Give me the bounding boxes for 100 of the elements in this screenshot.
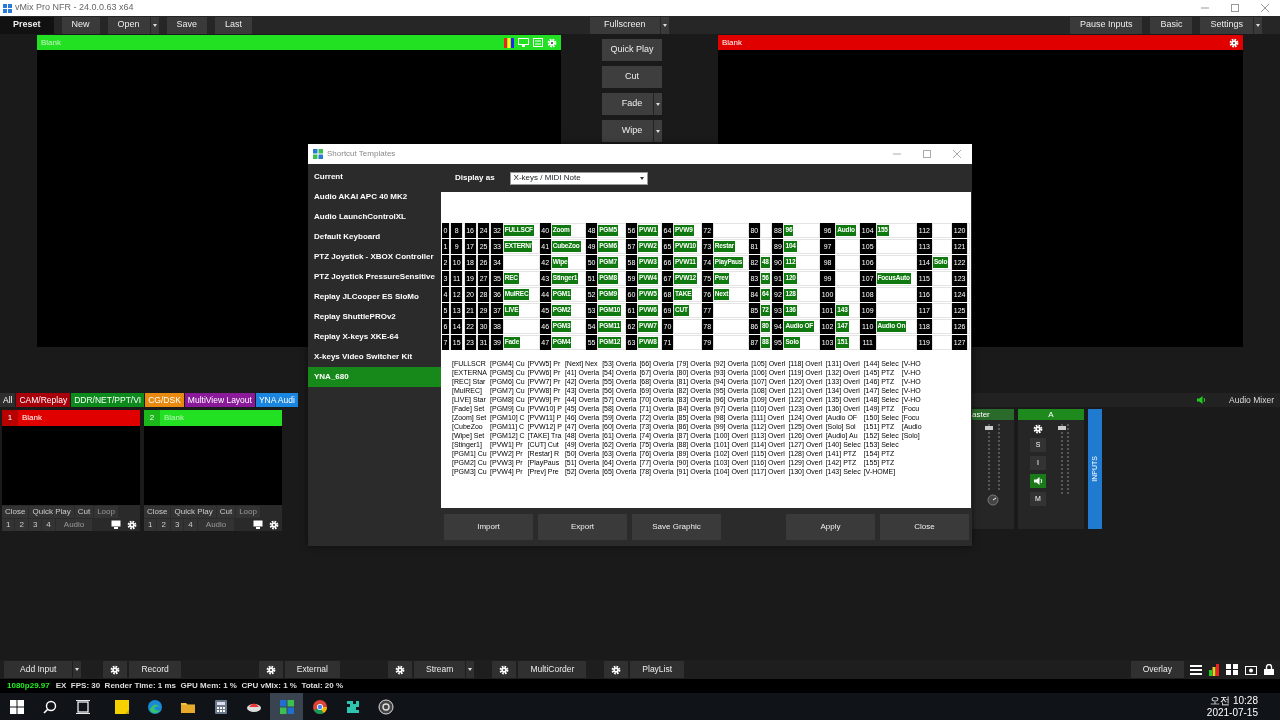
speaker-icon[interactable] — [1196, 395, 1208, 405]
search-icon[interactable] — [42, 699, 57, 714]
overlay-button[interactable]: 3 — [28, 518, 42, 531]
level-meter-icon[interactable] — [1209, 663, 1219, 676]
display-as-dropdown[interactable]: X-keys / MIDI Note — [509, 171, 648, 185]
settings-icon[interactable] — [499, 664, 510, 675]
toolbar-button[interactable]: PlayList — [630, 661, 685, 678]
category-tab[interactable]: DDR/NET/PPT/VI — [71, 393, 145, 407]
windows-icon[interactable] — [9, 699, 24, 714]
knob-icon[interactable] — [987, 494, 999, 506]
key-slot[interactable] — [875, 287, 917, 302]
dialog-button[interactable]: Apply — [786, 514, 875, 540]
input-control[interactable]: Loop — [236, 505, 260, 518]
template-item[interactable]: PTZ Joystick PressureSensitive — [308, 267, 441, 287]
template-item[interactable]: Replay ShuttlePROv2 — [308, 307, 441, 327]
key-slot[interactable] — [712, 319, 749, 334]
color-bars-icon[interactable] — [504, 37, 514, 48]
key-slot[interactable] — [712, 335, 749, 350]
speaker-icon[interactable] — [1032, 476, 1044, 486]
toolbar-button[interactable]: Basic — [1150, 16, 1193, 34]
toolbar-button[interactable]: Add Input — [4, 661, 73, 678]
monitor-icon[interactable] — [111, 520, 121, 529]
close-icon[interactable] — [1260, 3, 1270, 13]
toolbar-button[interactable]: Settings — [1200, 16, 1253, 34]
dialog-button[interactable]: Import — [444, 514, 533, 540]
transition-button[interactable]: Fade — [602, 93, 662, 115]
dropdown-button[interactable] — [1254, 16, 1262, 34]
template-item[interactable]: Current — [308, 167, 441, 187]
template-item[interactable]: PTZ Joystick - XBOX Controller — [308, 247, 441, 267]
grid-icon[interactable] — [1226, 664, 1238, 675]
category-tab[interactable]: All — [0, 393, 16, 407]
key-slot[interactable] — [502, 255, 540, 270]
toolbar-button[interactable]: Open — [107, 16, 150, 34]
toolbar-button[interactable]: Last — [215, 16, 253, 34]
dialog-button[interactable]: Close — [880, 514, 969, 540]
template-item[interactable]: Replay X-keys XKE-64 — [308, 327, 441, 347]
settings-icon[interactable] — [1033, 424, 1043, 434]
template-item[interactable]: YNA_680 — [308, 367, 441, 387]
template-item[interactable]: X-keys Video Switcher Kit — [308, 347, 441, 367]
settings-icon[interactable] — [110, 664, 121, 675]
toolbar-button[interactable]: Save — [166, 16, 208, 34]
settings-icon[interactable] — [269, 519, 279, 530]
category-tab[interactable]: YNA Audi — [255, 393, 298, 407]
input-control[interactable]: Close — [2, 505, 29, 518]
toolbar-button[interactable]: MultiCorder — [518, 661, 587, 678]
overlay-button[interactable]: 1 — [2, 518, 15, 531]
toolbar-button[interactable]: External — [284, 661, 340, 678]
category-tab[interactable]: CAM/Replay — [16, 393, 71, 407]
key-slot[interactable] — [931, 319, 952, 334]
input-control[interactable]: Quick Play — [171, 505, 216, 518]
camera-icon[interactable] — [1245, 664, 1257, 675]
input-control[interactable]: Quick Play — [29, 505, 74, 518]
overlay-button[interactable]: Overlay — [1130, 661, 1184, 678]
toolbar-button[interactable]: New — [61, 16, 100, 34]
key-slot[interactable] — [931, 271, 952, 286]
key-slot[interactable] — [931, 335, 952, 350]
transition-button[interactable]: Quick Play — [602, 39, 662, 61]
monitor-icon[interactable] — [253, 520, 263, 529]
key-slot[interactable] — [931, 223, 952, 238]
dialog-button[interactable]: Export — [538, 514, 627, 540]
template-item[interactable]: Default Keyboard — [308, 227, 441, 247]
toolbar-button[interactable]: Preset — [0, 16, 54, 34]
key-slot[interactable] — [875, 239, 917, 254]
key-slot[interactable] — [875, 255, 917, 270]
key-slot[interactable] — [931, 239, 952, 254]
settings-icon[interactable] — [127, 519, 137, 530]
dropdown-button[interactable] — [150, 16, 159, 34]
overlay-button[interactable]: 4 — [42, 518, 55, 531]
transition-button[interactable]: Wipe — [602, 120, 662, 142]
overlay-button[interactable]: 2 — [15, 518, 28, 531]
key-slot[interactable] — [759, 239, 773, 254]
toolbar-button[interactable]: Pause Inputs — [1069, 16, 1143, 34]
toolbar-button[interactable]: Stream — [414, 661, 466, 678]
dialog-button[interactable]: Save Graphic — [632, 514, 721, 540]
overlay-button[interactable]: 4 — [184, 518, 197, 531]
key-slot[interactable] — [759, 223, 773, 238]
audio-button[interactable]: Audio — [197, 518, 235, 531]
toolbar-button[interactable]: Fullscreen — [590, 16, 660, 34]
input-control[interactable]: Cut — [216, 505, 236, 518]
input-control[interactable]: Close — [144, 505, 171, 518]
settings-icon[interactable] — [265, 664, 276, 675]
template-item[interactable]: Audio LaunchControlXL — [308, 207, 441, 227]
key-slot[interactable] — [502, 319, 540, 334]
category-tab[interactable]: MultiView Layout — [184, 393, 255, 407]
maximize-icon[interactable] — [1230, 3, 1240, 13]
toolbar-button[interactable]: Record — [129, 661, 181, 678]
overlay-button[interactable]: 2 — [157, 518, 170, 531]
overlay-button[interactable]: 3 — [170, 518, 184, 531]
dropdown-button[interactable] — [660, 16, 669, 34]
key-slot[interactable] — [875, 335, 917, 350]
key-slot[interactable] — [875, 303, 917, 318]
input-control[interactable]: Loop — [94, 505, 118, 518]
key-slot[interactable] — [712, 223, 749, 238]
input-control[interactable]: Cut — [74, 505, 94, 518]
dropdown-button[interactable] — [466, 661, 475, 678]
key-slot[interactable] — [931, 287, 952, 302]
transition-button[interactable]: Cut — [602, 66, 662, 88]
settings-icon[interactable] — [611, 664, 622, 675]
audio-button[interactable]: Audio — [55, 518, 93, 531]
task-view-icon[interactable] — [75, 699, 90, 714]
